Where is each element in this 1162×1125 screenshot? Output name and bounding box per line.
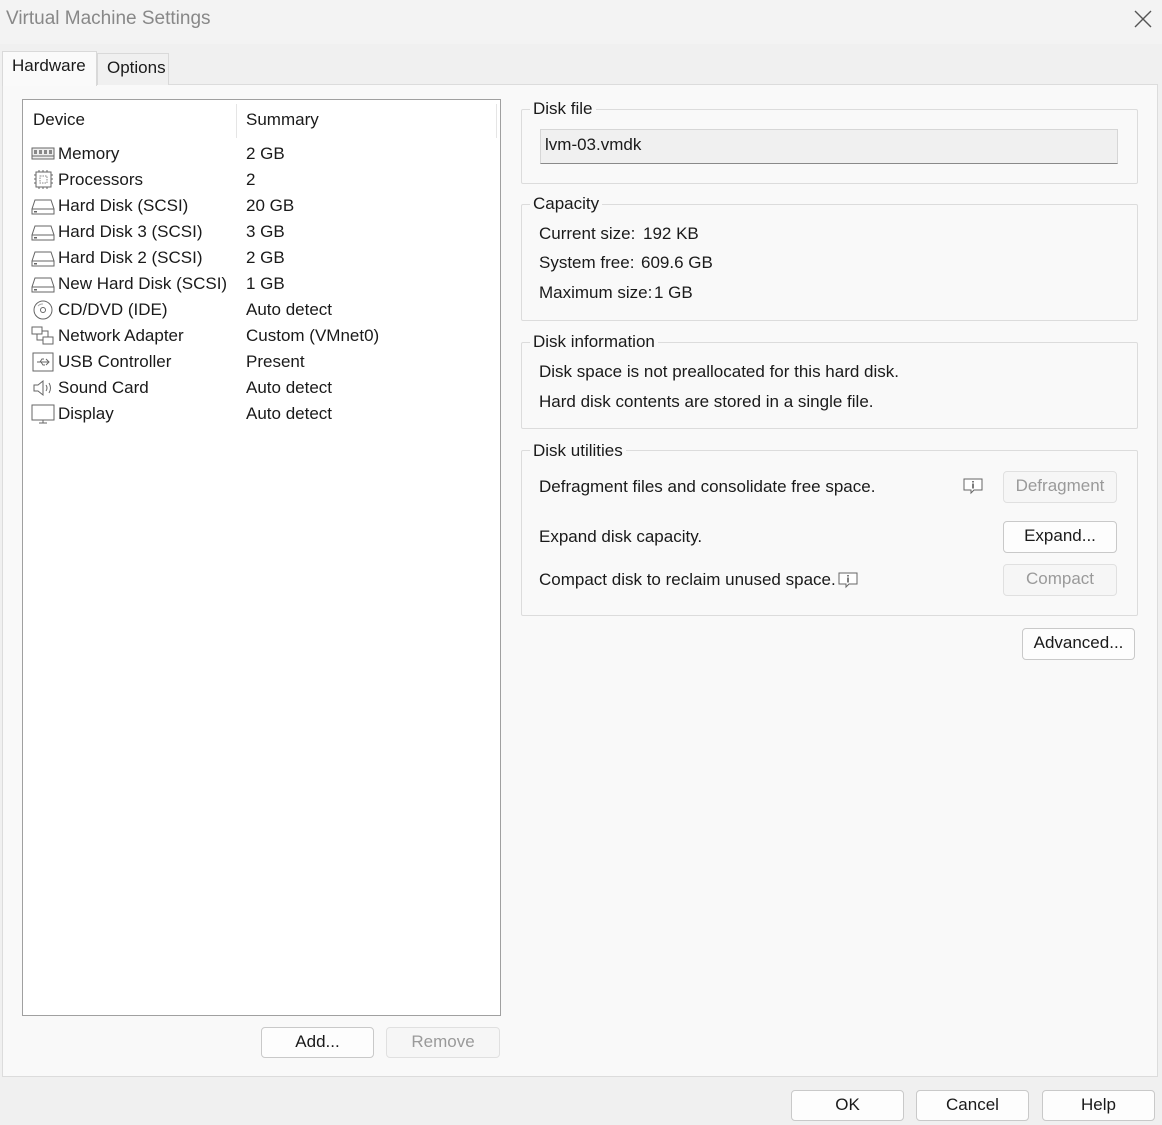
device-list[interactable]: Device Summary Memory 2 GB Processors 2 [22,99,501,1016]
hard-disk-icon [31,225,55,241]
disk-information-group [521,342,1138,429]
capacity-group-label: Capacity [530,194,603,214]
current-size-value: 192 KB [643,224,699,243]
defragment-button[interactable]: Defragment [1003,471,1117,503]
device-row-hard-disk-3[interactable]: Hard Disk 3 (SCSI) 3 GB [23,220,500,246]
device-name: CD/DVD (IDE) [58,300,168,319]
device-name: Sound Card [58,378,149,397]
device-name: Network Adapter [58,326,184,345]
info-icon[interactable] [837,571,859,589]
cancel-button[interactable]: Cancel [916,1090,1029,1121]
device-row-hard-disk[interactable]: Hard Disk (SCSI) 20 GB [23,194,500,220]
device-summary: Auto detect [246,378,333,397]
compact-button[interactable]: Compact [1003,564,1117,596]
device-name: Hard Disk 2 (SCSI) [58,248,203,267]
usb-icon [32,352,54,372]
disk-info-line-1: Disk space is not preallocated for this … [539,362,900,381]
device-summary: Auto detect [246,404,333,423]
speaker-icon [33,379,51,397]
help-button[interactable]: Help [1042,1090,1155,1121]
close-icon [1134,10,1152,28]
add-device-button[interactable]: Add... [261,1027,374,1058]
ok-button[interactable]: OK [791,1090,904,1121]
monitor-icon [31,404,55,424]
disk-information-group-label: Disk information [530,332,658,352]
device-summary: 20 GB [246,196,295,215]
device-summary: 1 GB [246,274,285,293]
device-name: New Hard Disk (SCSI) [58,274,228,293]
title-bar: Virtual Machine Settings [0,0,1162,44]
compact-description: Compact disk to reclaim unused space. [539,570,836,589]
hard-disk-icon [31,199,55,215]
memory-icon [31,147,55,160]
cd-dvd-icon [33,300,53,320]
device-row-sound-card[interactable]: Sound Card Auto detect [23,376,500,402]
device-summary: Present [246,352,305,371]
maximum-size-value: 1 GB [654,283,693,302]
expand-description: Expand disk capacity. [539,527,703,546]
remove-device-button[interactable]: Remove [386,1027,500,1058]
processor-icon [34,170,53,189]
device-row-display[interactable]: Display Auto detect [23,402,500,428]
disk-utilities-group-label: Disk utilities [530,441,626,461]
device-summary: 3 GB [246,222,285,241]
device-summary: 2 GB [246,248,285,267]
device-name: Processors [58,170,144,189]
device-row-hard-disk-2[interactable]: Hard Disk 2 (SCSI) 2 GB [23,246,500,272]
device-name: Memory [58,144,120,163]
current-size-label: Current size: [539,224,636,243]
disk-info-line-2: Hard disk contents are stored in a singl… [539,392,874,411]
device-row-new-hard-disk[interactable]: New Hard Disk (SCSI) 1 GB [23,272,500,298]
tab-hardware-label: Hardware [12,56,86,75]
advanced-button[interactable]: Advanced... [1022,628,1135,660]
tab-options-label: Options [107,58,166,77]
expand-button[interactable]: Expand... [1003,521,1117,553]
device-row-processors[interactable]: Processors 2 [23,168,500,194]
info-icon[interactable] [962,477,984,495]
device-name: Hard Disk (SCSI) [58,196,189,215]
column-header-device[interactable]: Device [33,110,85,130]
device-list-header: Device Summary [23,100,500,140]
device-summary: Custom (VMnet0) [246,326,380,345]
hard-disk-icon [31,277,55,293]
device-row-memory[interactable]: Memory 2 GB [23,142,500,168]
device-summary: Auto detect [246,300,333,319]
device-summary: 2 [246,170,256,189]
system-free-value: 609.6 GB [641,253,713,272]
tab-hardware[interactable]: Hardware [2,51,97,86]
maximum-size-label: Maximum size: [539,283,653,302]
device-row-network-adapter[interactable]: Network Adapter Custom (VMnet0) [23,324,500,350]
close-button[interactable] [1126,4,1160,34]
device-name: Hard Disk 3 (SCSI) [58,222,203,241]
column-header-summary[interactable]: Summary [246,110,319,130]
disk-file-group-label: Disk file [530,99,596,119]
system-free-label: System free: [539,253,635,272]
network-adapter-icon [31,326,54,345]
window-title: Virtual Machine Settings [6,8,211,29]
device-row-usb-controller[interactable]: USB Controller Present [23,350,500,376]
device-row-cd-dvd[interactable]: CD/DVD (IDE) Auto detect [23,298,500,324]
tab-options[interactable]: Options [97,53,169,85]
defragment-description: Defragment files and consolidate free sp… [539,477,876,496]
device-name: Display [58,404,114,423]
hard-disk-icon [31,251,55,267]
device-summary: 2 GB [246,144,285,163]
device-name: USB Controller [58,352,172,371]
disk-file-field[interactable]: lvm-03.vmdk [540,129,1118,164]
